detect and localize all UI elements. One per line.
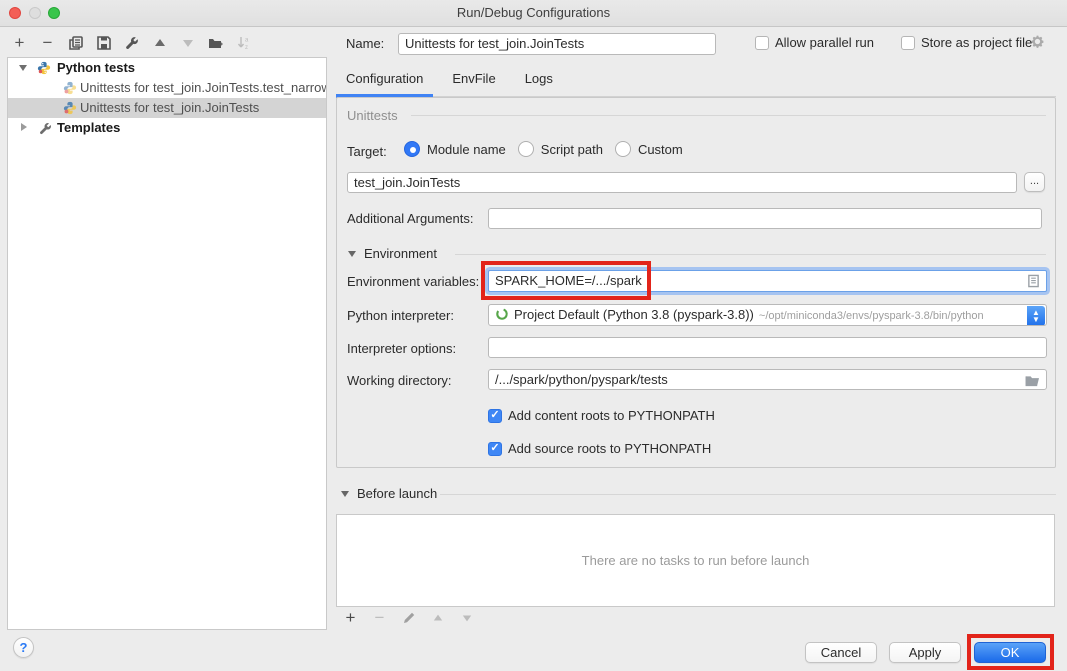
configurations-tree: Python tests Unittests for test_join.Joi… [7, 57, 327, 630]
add-source-roots-checkbox[interactable]: ✓ Add source roots to PYTHONPATH [488, 441, 711, 456]
radio-custom[interactable] [615, 141, 631, 157]
copy-configuration-icon[interactable] [68, 36, 83, 51]
additional-arguments-label: Additional Arguments: [347, 211, 473, 226]
unittests-settings-panel: Unittests Target: Module name Script pat… [336, 97, 1056, 468]
chevron-right-icon[interactable] [21, 123, 27, 131]
checkbox-checked-icon[interactable]: ✓ [488, 409, 502, 423]
sort-configurations-icon[interactable]: az [236, 36, 251, 51]
before-launch-title[interactable]: Before launch [357, 486, 437, 501]
move-down-icon[interactable] [180, 36, 195, 51]
allow-parallel-run-label: Allow parallel run [775, 35, 874, 50]
move-up-icon[interactable] [152, 36, 167, 51]
group-separator [411, 115, 1046, 116]
radio-module-name-label[interactable]: Module name [427, 142, 506, 157]
environment-collapse-icon[interactable] [348, 251, 356, 257]
radio-script-path-label[interactable]: Script path [541, 142, 603, 157]
configuration-editor: Name: Unittests for test_join.JoinTests … [336, 27, 1067, 671]
add-configuration-icon[interactable]: + [12, 36, 27, 51]
python-interpreter-select[interactable]: Project Default (Python 3.8 (pyspark-3.8… [488, 304, 1047, 326]
python-icon [37, 61, 51, 75]
tree-item-label: Unittests for test_join.JoinTests [80, 98, 259, 118]
store-as-project-file-label: Store as project file [921, 35, 1032, 50]
run-debug-configurations-dialog: { "window": { "title": "Run/Debug Config… [0, 0, 1067, 671]
folder-icon[interactable] [1025, 373, 1040, 390]
edit-templates-wrench-icon[interactable] [124, 36, 139, 51]
checkbox-icon[interactable] [755, 36, 769, 50]
highlight-box-ok-button [967, 634, 1054, 670]
svg-text:z: z [245, 45, 248, 50]
radio-module-name-selected[interactable] [404, 141, 420, 157]
highlight-box-env-vars [481, 261, 651, 300]
edit-task-pencil-icon[interactable] [401, 611, 416, 626]
help-button[interactable]: ? [13, 637, 34, 658]
working-directory-value: /.../spark/python/pyspark/tests [495, 372, 668, 387]
move-task-up-icon[interactable] [430, 611, 445, 626]
environment-separator [455, 254, 1046, 255]
radio-custom-label[interactable]: Custom [638, 142, 683, 157]
target-radio-group: Module name Script path Custom [404, 141, 683, 157]
tab-logs[interactable]: Logs [525, 71, 553, 96]
tree-item-label: Templates [57, 118, 120, 138]
python-test-icon [63, 101, 77, 115]
chevron-down-icon[interactable] [19, 65, 27, 71]
save-configuration-icon[interactable] [96, 36, 111, 51]
add-content-roots-checkbox[interactable]: ✓ Add content roots to PYTHONPATH [488, 408, 715, 423]
store-as-project-file-checkbox[interactable]: Store as project file [901, 35, 1032, 50]
remove-task-icon[interactable]: − [372, 611, 387, 626]
browse-target-button[interactable]: ... [1024, 172, 1045, 192]
tab-strip: Configuration EnvFile Logs [346, 71, 553, 96]
radio-script-path[interactable] [518, 141, 534, 157]
additional-arguments-input[interactable] [488, 208, 1042, 229]
no-tasks-message: There are no tasks to run before launch [582, 553, 810, 568]
target-label: Target: [347, 144, 387, 159]
target-input[interactable]: test_join.JoinTests [347, 172, 1017, 193]
configurations-sidebar: + − az Python tests [0, 27, 336, 671]
interpreter-options-label: Interpreter options: [347, 341, 456, 356]
configurations-toolbar: + − az [12, 34, 251, 52]
before-launch-tasks-list: There are no tasks to run before launch [336, 514, 1055, 607]
python-test-icon [63, 81, 77, 95]
tree-item-label: Unittests for test_join.JoinTests.test_n… [80, 78, 326, 98]
environment-variables-label: Environment variables: [347, 274, 479, 289]
python-interpreter-label: Python interpreter: [347, 308, 454, 323]
interpreter-options-input[interactable] [488, 337, 1047, 358]
tree-item-templates[interactable]: Templates [8, 118, 326, 138]
edit-variables-icon[interactable] [1027, 274, 1040, 292]
cancel-button[interactable]: Cancel [805, 642, 877, 663]
before-launch-collapse-icon[interactable] [341, 491, 349, 497]
add-source-roots-label: Add source roots to PYTHONPATH [508, 441, 711, 456]
conda-env-icon [495, 307, 509, 326]
add-content-roots-label: Add content roots to PYTHONPATH [508, 408, 715, 423]
remove-configuration-icon[interactable]: − [40, 36, 55, 51]
checkbox-checked-icon[interactable]: ✓ [488, 442, 502, 456]
unittests-group-title: Unittests [347, 108, 398, 123]
add-task-icon[interactable]: + [343, 611, 358, 626]
new-folder-icon[interactable] [208, 36, 223, 51]
python-interpreter-path: ~/opt/miniconda3/envs/pyspark-3.8/bin/py… [759, 310, 984, 322]
checkbox-icon[interactable] [901, 36, 915, 50]
move-task-down-icon[interactable] [459, 611, 474, 626]
tree-item-unittest-jointests-selected[interactable]: Unittests for test_join.JoinTests [8, 98, 326, 118]
title-bar: Run/Debug Configurations [0, 0, 1067, 27]
gear-icon[interactable] [1030, 34, 1045, 52]
tree-item-label: Python tests [57, 58, 135, 78]
python-interpreter-value: Project Default (Python 3.8 (pyspark-3.8… [514, 307, 754, 322]
apply-button[interactable]: Apply [889, 642, 961, 663]
name-input[interactable]: Unittests for test_join.JoinTests [398, 33, 716, 55]
name-label: Name: [346, 36, 384, 51]
before-launch-separator [440, 494, 1056, 495]
working-directory-input[interactable]: /.../spark/python/pyspark/tests [488, 369, 1047, 390]
allow-parallel-run-checkbox[interactable]: Allow parallel run [755, 35, 874, 50]
tree-item-unittest-narrow[interactable]: Unittests for test_join.JoinTests.test_n… [8, 78, 326, 98]
tab-envfile[interactable]: EnvFile [452, 71, 495, 96]
tab-configuration[interactable]: Configuration [346, 71, 423, 96]
environment-section-title[interactable]: Environment [364, 246, 437, 261]
before-launch-toolbar: + − [343, 610, 474, 626]
working-directory-label: Working directory: [347, 373, 452, 388]
dropdown-arrows-icon[interactable]: ▲▼ [1027, 306, 1045, 326]
tree-item-python-tests[interactable]: Python tests [8, 58, 326, 78]
window-title: Run/Debug Configurations [0, 5, 1067, 20]
wrench-icon [39, 121, 53, 135]
svg-text:a: a [245, 38, 249, 44]
